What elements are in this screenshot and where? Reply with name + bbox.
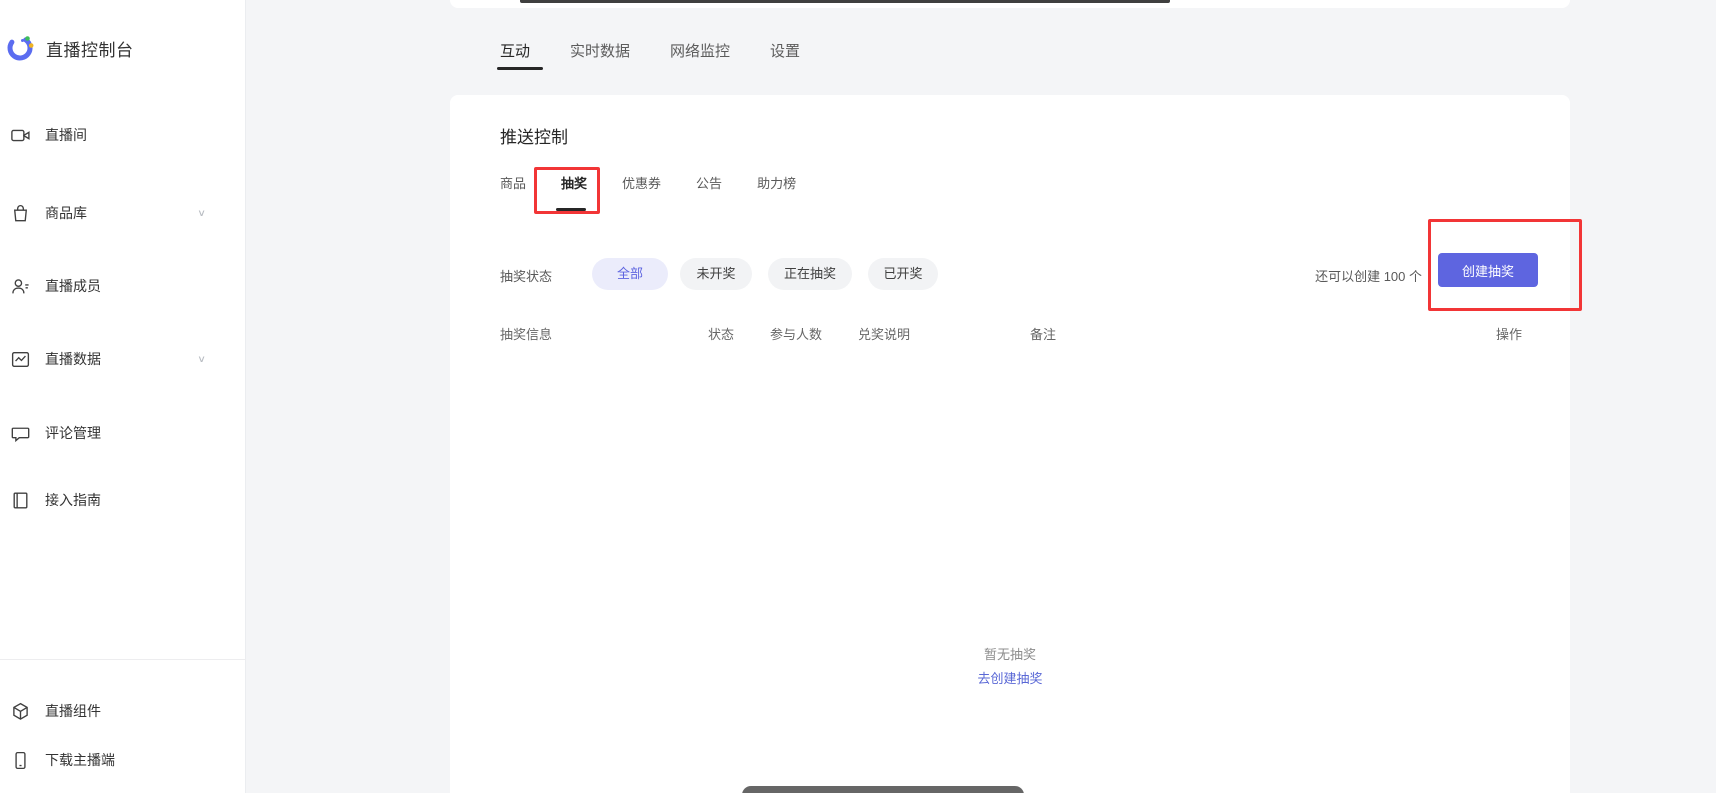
sidebar-item-comment-management[interactable]: 评论管理 xyxy=(10,420,224,446)
subtab-boost-ranking[interactable]: 助力榜 xyxy=(755,171,798,194)
subtab-coupons[interactable]: 优惠券 xyxy=(620,171,663,194)
sidebar-item-live-members[interactable]: 直播成员 xyxy=(10,273,224,299)
remaining-quota-text: 还可以创建 100 个 xyxy=(1315,266,1422,285)
screen: 直播控制台 直播间 商品库 ∨ xyxy=(0,0,1716,793)
top-divider-line xyxy=(520,0,1170,3)
lottery-status-filter-label: 抽奖状态 xyxy=(500,266,552,285)
empty-state-text: 暂无抽奖 xyxy=(450,645,1570,665)
member-icon xyxy=(10,276,31,297)
chevron-down-icon: ∨ xyxy=(197,207,206,218)
sidebar-item-label: 评论管理 xyxy=(45,423,101,443)
column-participants: 参与人数 xyxy=(770,324,822,343)
sidebar-item-live-data[interactable]: 直播数据 ∨ xyxy=(10,346,224,372)
lottery-table-header: 抽奖信息 状态 参与人数 兑奖说明 备注 操作 xyxy=(450,324,1570,344)
sidebar-item-label: 直播组件 xyxy=(45,701,101,721)
cube-icon xyxy=(10,701,31,722)
column-redeem-info: 兑奖说明 xyxy=(858,324,910,343)
sidebar: 直播控制台 直播间 商品库 ∨ xyxy=(0,0,246,793)
go-create-lottery-link[interactable]: 去创建抽奖 xyxy=(977,669,1042,689)
app-logo-icon xyxy=(6,34,34,62)
filter-pill-drawing[interactable]: 正在抽奖 xyxy=(768,258,852,290)
subtab-announcement[interactable]: 公告 xyxy=(694,171,724,194)
tab-settings[interactable]: 设置 xyxy=(770,40,800,61)
sidebar-item-label: 直播成员 xyxy=(45,276,101,296)
comment-icon xyxy=(10,423,31,444)
tab-interaction[interactable]: 互动 xyxy=(500,40,530,61)
sidebar-item-label: 直播数据 xyxy=(45,349,101,369)
sidebar-item-download-streamer-app[interactable]: 下载主播端 xyxy=(10,747,224,773)
chevron-down-icon: ∨ xyxy=(197,353,206,364)
sidebar-item-live-components[interactable]: 直播组件 xyxy=(10,698,224,724)
empty-state: 暂无抽奖 去创建抽奖 xyxy=(450,645,1570,689)
book-icon xyxy=(10,490,31,511)
sidebar-item-label: 接入指南 xyxy=(45,490,101,510)
sidebar-item-integration-guide[interactable]: 接入指南 xyxy=(10,487,224,513)
sidebar-item-label: 直播间 xyxy=(45,125,87,145)
app-title: 直播控制台 xyxy=(46,36,134,61)
column-remark: 备注 xyxy=(1030,324,1056,343)
annotation-box-lottery-subtab xyxy=(534,167,600,214)
column-lottery-info: 抽奖信息 xyxy=(500,324,552,343)
sidebar-item-product-library[interactable]: 商品库 ∨ xyxy=(10,200,224,226)
filter-pill-drawn[interactable]: 已开奖 xyxy=(868,258,938,290)
top-tab-bar: 互动 实时数据 网络监控 设置 xyxy=(500,40,800,61)
active-tab-underline xyxy=(497,67,543,70)
sidebar-item-live-room[interactable]: 直播间 xyxy=(10,122,224,148)
subtab-products[interactable]: 商品 xyxy=(498,171,528,194)
bag-icon xyxy=(10,203,31,224)
sidebar-item-label: 商品库 xyxy=(45,203,87,223)
tab-realtime-data[interactable]: 实时数据 xyxy=(570,40,630,61)
bottom-toast-edge xyxy=(742,786,1024,793)
chart-icon xyxy=(10,349,31,370)
filter-pill-not-drawn[interactable]: 未开奖 xyxy=(680,258,752,290)
camera-icon xyxy=(10,125,31,146)
phone-icon xyxy=(10,750,31,771)
column-status: 状态 xyxy=(708,324,734,343)
annotation-box-create-button xyxy=(1428,219,1582,311)
push-control-panel: 推送控制 商品 抽奖 优惠券 公告 助力榜 抽奖状态 全部 未开奖 正在抽奖 已… xyxy=(450,95,1570,793)
panel-title: 推送控制 xyxy=(500,123,568,148)
app-logo-row: 直播控制台 xyxy=(6,33,134,63)
sidebar-divider xyxy=(0,659,246,660)
sidebar-item-label: 下载主播端 xyxy=(45,750,115,770)
filter-pill-all[interactable]: 全部 xyxy=(592,258,668,290)
column-actions: 操作 xyxy=(1496,324,1522,343)
tab-network-monitor[interactable]: 网络监控 xyxy=(670,40,730,61)
